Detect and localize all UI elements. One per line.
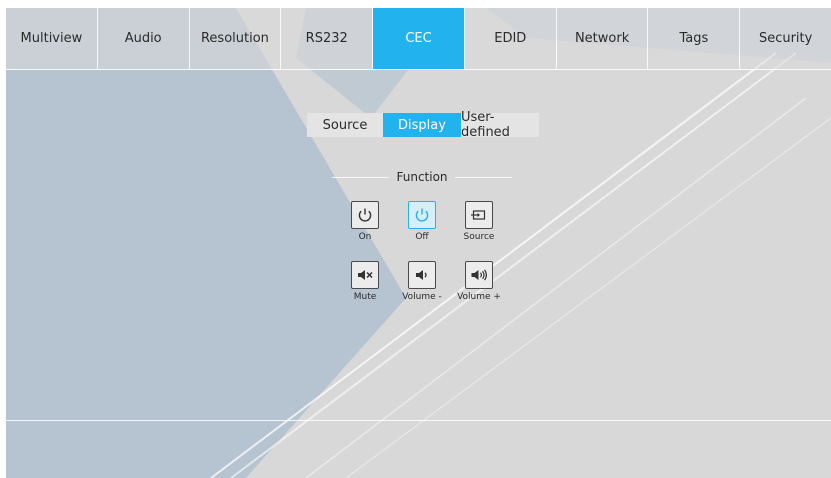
mute-button-frame[interactable] xyxy=(351,261,379,289)
subtab-user-defined[interactable]: User-defined xyxy=(461,110,539,140)
power-icon xyxy=(415,208,429,222)
source-button[interactable]: Source xyxy=(449,201,509,242)
main-tab-bar: Multiview Audio Resolution RS232 CEC EDI… xyxy=(6,8,831,69)
tab-audio[interactable]: Audio xyxy=(98,8,190,69)
volume-down-icon xyxy=(416,270,427,280)
cec-target-tabs: Source Display User-defined xyxy=(307,110,539,140)
volume-up-button-label: Volume + xyxy=(457,292,501,302)
tab-edid[interactable]: EDID xyxy=(465,8,557,69)
function-heading-label: Function xyxy=(396,170,448,184)
heading-divider-left xyxy=(332,176,390,178)
power-icon xyxy=(358,208,372,222)
tab-resolution[interactable]: Resolution xyxy=(190,8,282,69)
heading-divider-right xyxy=(454,176,513,178)
cec-settings-page: Multiview Audio Resolution RS232 CEC EDI… xyxy=(6,8,831,478)
tab-security[interactable]: Security xyxy=(740,8,831,69)
tab-network[interactable]: Network xyxy=(557,8,649,69)
mute-button-label: Mute xyxy=(353,292,377,302)
volume-up-icon xyxy=(471,269,487,281)
source-button-frame[interactable] xyxy=(465,201,493,229)
mute-button[interactable]: Mute xyxy=(335,261,395,302)
footer-divider xyxy=(6,420,831,421)
tab-cec[interactable]: CEC xyxy=(373,8,465,69)
volume-up-button-frame[interactable] xyxy=(465,261,493,289)
source-button-label: Source xyxy=(463,232,495,242)
tab-rs232[interactable]: RS232 xyxy=(281,8,374,69)
on-button[interactable]: On xyxy=(335,201,395,242)
tab-bar-divider xyxy=(6,69,831,70)
tab-multiview[interactable]: Multiview xyxy=(6,8,98,69)
volume-down-button-frame[interactable] xyxy=(408,261,436,289)
volume-down-button[interactable]: Volume - xyxy=(392,261,452,302)
off-button-frame[interactable] xyxy=(408,201,436,229)
off-button-label: Off xyxy=(415,232,429,242)
subtab-display[interactable]: Display xyxy=(383,113,461,137)
function-section-heading: Function xyxy=(332,168,513,186)
volume-down-button-label: Volume - xyxy=(402,292,442,302)
tab-tags[interactable]: Tags xyxy=(648,8,741,69)
off-button[interactable]: Off xyxy=(392,201,452,242)
on-button-label: On xyxy=(358,232,372,242)
volume-up-button[interactable]: Volume + xyxy=(449,261,509,302)
subtab-source[interactable]: Source xyxy=(307,113,383,137)
watermark-logo xyxy=(6,8,831,478)
mute-icon xyxy=(358,270,373,280)
on-button-frame[interactable] xyxy=(351,201,379,229)
input-source-icon xyxy=(471,210,486,220)
